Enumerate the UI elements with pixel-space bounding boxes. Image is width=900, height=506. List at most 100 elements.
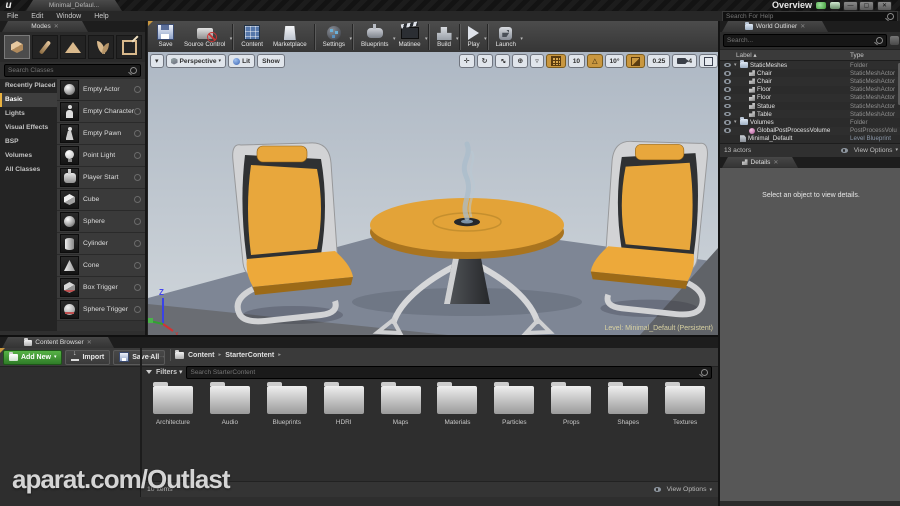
outliner-row-chair[interactable]: Chair StaticMeshActor [720,77,900,86]
close-icon[interactable]: ✕ [773,159,778,166]
folder-architecture[interactable]: Architecture [146,382,200,426]
tab-content-browser[interactable]: Content Browser ✕ [2,337,114,348]
placeable-cone[interactable]: Cone [57,255,145,277]
placeable-empty-actor[interactable]: Empty Actor [57,79,145,101]
outliner-filter-icon[interactable] [890,36,899,45]
column-type[interactable]: Type [850,52,864,59]
viewport[interactable]: Z x ▾ Perspective ▾ Lit Show ✛ ↻ ↔ ⊕ ▿ 1… [148,52,718,335]
outliner-row-floor[interactable]: Floor StaticMeshActor [720,93,900,102]
close-icon[interactable]: ✕ [54,23,59,30]
outliner-view-options[interactable]: View Options ▾ [837,147,898,154]
category-lights[interactable]: Lights [0,107,57,121]
placeable-empty-character[interactable]: Empty Character [57,101,145,123]
save-button[interactable]: Save [152,24,179,49]
close-icon[interactable]: ✕ [87,339,92,346]
mode-place-button[interactable] [4,35,30,59]
help-search-input[interactable] [723,12,887,21]
outliner-row-minimal_default[interactable]: Minimal_Default Level Blueprint [720,135,900,143]
visibility-eye-icon[interactable] [724,128,731,133]
placeable-player-start[interactable]: Player Start [57,167,145,189]
filters-button[interactable]: Filters ▾ [156,368,182,376]
show-button[interactable]: Show [257,54,285,68]
outliner-row-globalpostprocessvolume[interactable]: GlobalPostProcessVolume PostProcessVolu [720,126,900,135]
menu-edit[interactable]: Edit [31,13,43,20]
grid-snap-value[interactable]: 10 [567,54,586,68]
viewport-options-button[interactable]: ▾ [150,54,164,68]
visibility-eye-icon[interactable] [724,95,731,101]
outliner-row-chair[interactable]: Chair StaticMeshActor [720,69,900,77]
visibility-eye-icon[interactable] [724,71,731,76]
mode-foliage-button[interactable] [88,35,114,59]
level-tab[interactable]: Minimal_Defaul... [26,0,122,11]
blueprints-button[interactable]: Blueprints ▾ [356,24,396,49]
content-button[interactable]: Content [236,24,268,49]
chevron-down-icon[interactable]: ▾ [520,36,523,42]
visibility-eye-icon[interactable] [724,103,731,109]
outliner-row-statue[interactable]: Statue StaticMeshActor [720,102,900,110]
scale-snap-toggle[interactable] [626,54,646,68]
placeable-point-light[interactable]: Point Light [57,145,145,167]
folder-shapes[interactable]: Shapes [601,382,655,426]
placeable-box-trigger[interactable]: Box Trigger [57,277,145,299]
import-button[interactable]: Import [65,349,111,365]
search-classes-input[interactable] [5,65,130,76]
search-assets-input[interactable] [187,366,701,378]
lit-button[interactable]: Lit [228,54,256,68]
visibility-eye-icon[interactable] [724,111,731,117]
settings-button[interactable]: Settings ▾ [318,24,352,49]
folder-hdri[interactable]: HDRI [317,382,371,426]
folder-textures[interactable]: Textures [658,382,712,426]
add-new-button[interactable]: Add New ▾ [3,349,63,365]
chevron-down-icon[interactable]: ▾ [484,36,487,42]
launch-button[interactable]: Launch ▾ [491,24,523,49]
world-coord-button[interactable]: ⊕ [512,54,529,68]
folder-props[interactable]: Props [544,382,598,426]
placeable-cylinder[interactable]: Cylinder [57,233,145,255]
tab-modes[interactable]: Modes ✕ [2,21,88,32]
placeable-sphere[interactable]: Sphere [57,211,145,233]
menu-file[interactable]: File [7,13,18,20]
source-control-button[interactable]: Source Control ▾ [179,24,233,49]
chevron-right-icon[interactable]: ▸ [218,352,221,358]
chevron-down-icon[interactable]: ▾ [425,36,428,42]
close-icon[interactable]: ✕ [800,23,805,30]
tab-world-outliner[interactable]: World Outliner ✕ [722,21,828,32]
category-recently-placed[interactable]: Recently Placed [0,79,57,93]
rotation-snap-value[interactable]: 10° [604,54,625,68]
category-bsp[interactable]: BSP [0,135,57,149]
outliner-row-table[interactable]: Table StaticMeshActor [720,110,900,119]
translate-tool-button[interactable]: ✛ [458,54,475,68]
notification-icon[interactable] [830,2,840,9]
feedback-icon[interactable] [816,2,826,9]
outliner-row-staticmeshes[interactable]: ▾ StaticMeshes Folder [720,60,900,70]
folder-blueprints[interactable]: Blueprints [260,382,314,426]
category-visual-effects[interactable]: Visual Effects [0,121,57,135]
placeable-sphere-trigger[interactable]: Sphere Trigger [57,299,145,321]
mode-geometry-button[interactable] [116,35,142,59]
chevron-down-icon[interactable]: ▾ [230,36,233,42]
breadcrumb-startercontent[interactable]: StarterContent [225,352,274,359]
grid-snap-toggle[interactable] [545,54,566,68]
play-button[interactable]: Play ▾ [463,24,487,49]
placeable-empty-pawn[interactable]: Empty Pawn [57,123,145,145]
surface-snap-button[interactable]: ▿ [530,54,544,68]
mode-paint-button[interactable] [32,35,58,59]
outliner-row-volumes[interactable]: ▾ Volumes Folder [720,117,900,126]
rotation-snap-toggle[interactable]: △ [587,54,603,68]
folder-materials[interactable]: Materials [431,382,485,426]
close-button[interactable]: ✕ [877,1,892,11]
scale-snap-value[interactable]: 0.25 [647,54,671,68]
folder-maps[interactable]: Maps [374,382,428,426]
visibility-eye-icon[interactable] [724,120,731,125]
visibility-eye-icon[interactable] [724,79,731,84]
tab-details[interactable]: Details ✕ [722,157,798,168]
rotate-tool-button[interactable]: ↻ [476,54,493,68]
back-arrow-icon[interactable]: ← [146,351,154,360]
marketplace-button[interactable]: Marketplace [268,24,312,49]
category-volumes[interactable]: Volumes [0,149,57,163]
category-basic[interactable]: Basic [0,93,57,107]
matinee-button[interactable]: Matinee ▾ [394,24,428,49]
folder-audio[interactable]: Audio [203,382,257,426]
outliner-search-input[interactable] [724,35,876,46]
menu-help[interactable]: Help [94,13,108,20]
